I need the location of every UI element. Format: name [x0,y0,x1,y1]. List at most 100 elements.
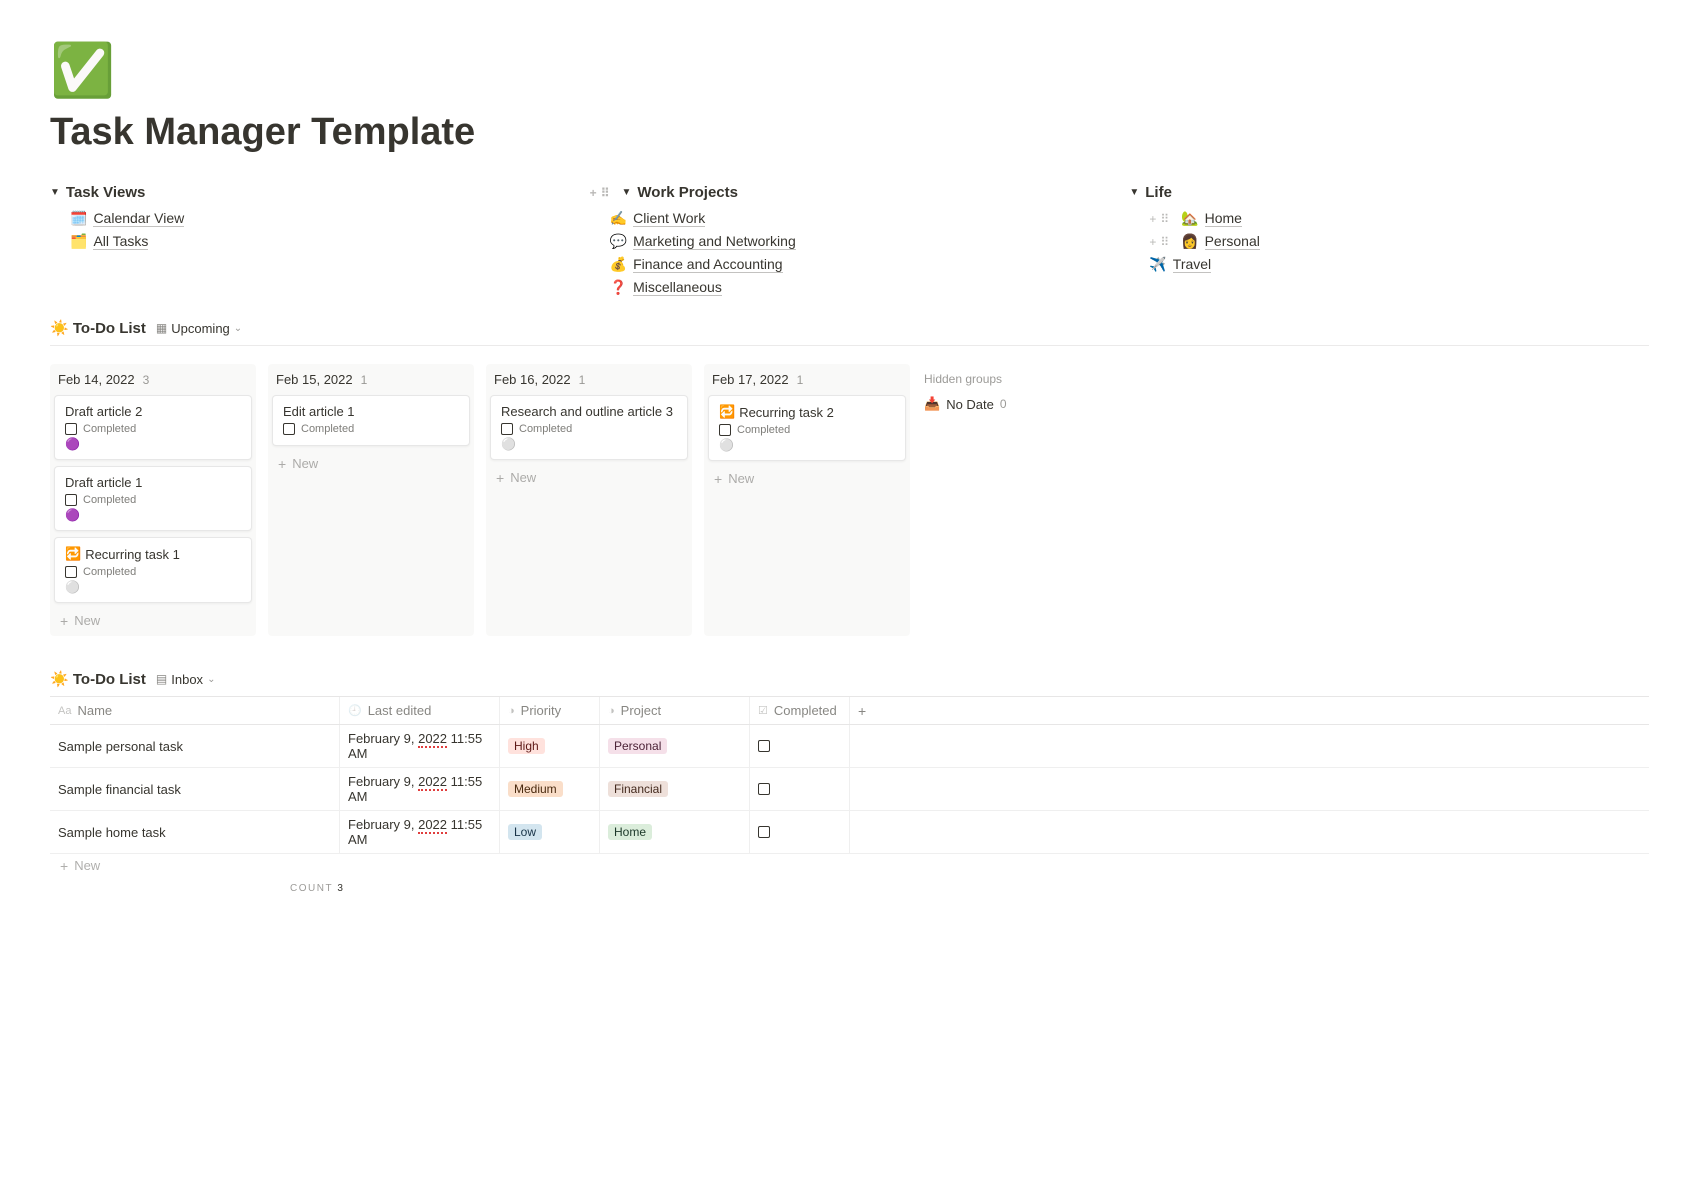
cell-priority[interactable]: Low [500,811,600,853]
link-label: Miscellaneous [633,279,722,296]
status-dot: ⚪ [501,437,677,451]
item-emoji: ✍️ [610,210,627,227]
cell-project[interactable]: Home [600,811,750,853]
board-card[interactable]: Research and outline article 3 Completed… [490,395,688,460]
plus-icon[interactable]: + [1149,235,1156,249]
board-column-header[interactable]: Feb 14, 20223 [50,368,256,395]
item-emoji: 💬 [610,233,627,250]
checkbox-icon: ☑ [758,704,768,717]
checkbox-icon[interactable] [758,826,770,838]
item-emoji: 🗂️ [70,233,87,250]
new-row-button[interactable]: +New [50,854,1649,877]
cell-name[interactable]: Sample personal task [50,725,340,767]
link-label: Travel [1173,256,1211,273]
board-column-header[interactable]: Feb 15, 20221 [268,368,474,395]
toggle-header[interactable]: ▼Life [1129,184,1649,201]
clock-icon: 🕘 [348,704,362,717]
board-card[interactable]: Draft article 2 Completed 🟣 [54,395,252,460]
new-card-button[interactable]: +New [50,609,256,632]
checkbox-icon[interactable] [501,423,513,435]
checkbox-icon[interactable] [65,494,77,506]
page-title: Task Manager Template [50,111,1649,154]
page-icon[interactable]: ✅ [50,40,1649,101]
toggle-header[interactable]: + ⠿▼Work Projects [590,184,1110,201]
new-card-button[interactable]: +New [704,467,910,490]
toggle-header[interactable]: ▼Task Views [50,184,570,201]
th-lastedited[interactable]: 🕘Last edited [340,697,500,724]
cell-completed[interactable] [750,811,850,853]
text-icon: Aa [58,705,71,717]
table-header-row: AaName 🕘Last edited ◑Priority ◑Project ☑… [50,697,1649,725]
checkbox-icon[interactable] [758,740,770,752]
board-column-header[interactable]: Feb 16, 20221 [486,368,692,395]
column-count: 1 [361,373,368,387]
card-title: Draft article 1 [65,475,241,490]
link-label: Client Work [633,210,705,227]
link-label: Calendar View [93,210,184,227]
column-date: Feb 16, 2022 [494,372,571,387]
link-item[interactable]: + ⠿ 🏡 Home [1149,207,1649,230]
drag-handle-icon[interactable]: ⠿ [601,186,610,200]
link-item[interactable]: 🗂️All Tasks [70,230,570,253]
checkbox-icon[interactable] [719,424,731,436]
link-item[interactable]: 🗓️Calendar View [70,207,570,230]
board-card[interactable]: 🔁Recurring task 1 Completed ⚪ [54,537,252,603]
item-emoji: 🏡 [1181,210,1198,227]
checkbox-icon[interactable] [758,783,770,795]
th-completed[interactable]: ☑Completed [750,697,850,724]
checkbox-icon[interactable] [283,423,295,435]
checkbox-icon[interactable] [65,566,77,578]
card-completed-prop: Completed [65,494,241,506]
link-item[interactable]: 💬Marketing and Networking [610,230,1110,253]
cell-completed[interactable] [750,725,850,767]
cell-project[interactable]: Personal [600,725,750,767]
card-completed-prop: Completed [283,423,459,435]
checkbox-icon[interactable] [65,423,77,435]
toggle-title: Task Views [66,184,146,201]
status-dot: ⚪ [65,580,241,594]
plus-icon[interactable]: + [1149,212,1156,226]
item-emoji: ✈️ [1149,256,1166,273]
status-dot: 🟣 [65,508,241,522]
link-item[interactable]: ✈️ Travel [1149,253,1649,276]
cell-completed[interactable] [750,768,850,810]
hidden-group-item[interactable]: 📥No Date0 [922,394,1128,414]
board-card[interactable]: Edit article 1 Completed [272,395,470,446]
new-card-button[interactable]: +New [486,466,692,489]
link-item[interactable]: 💰Finance and Accounting [610,253,1110,276]
th-add[interactable]: + [850,697,890,724]
board-card[interactable]: 🔁Recurring task 2 Completed ⚪ [708,395,906,461]
hidden-groups-label: Hidden groups [922,368,1128,394]
board-column-header[interactable]: Feb 17, 20221 [704,368,910,395]
th-name[interactable]: AaName [50,697,340,724]
link-label: Home [1205,210,1242,227]
th-priority[interactable]: ◑Priority [500,697,600,724]
card-title: Draft article 2 [65,404,241,419]
table-row[interactable]: Sample financial task February 9, 2022 1… [50,768,1649,811]
cell-empty [850,811,890,853]
table-row[interactable]: Sample home task February 9, 2022 11:55 … [50,811,1649,854]
card-title: 🔁Recurring task 2 [719,404,895,420]
new-card-button[interactable]: +New [268,452,474,475]
cell-priority[interactable]: High [500,725,600,767]
table-row[interactable]: Sample personal task February 9, 2022 11… [50,725,1649,768]
cell-name[interactable]: Sample home task [50,811,340,853]
link-item[interactable]: ✍️ Client Work [610,207,1110,230]
link-item[interactable]: + ⠿👩Personal [1149,230,1649,253]
card-completed-prop: Completed [65,423,241,435]
item-emoji: ❓ [610,279,627,296]
cell-priority[interactable]: Medium [500,768,600,810]
cell-name[interactable]: Sample financial task [50,768,340,810]
th-project[interactable]: ◑Project [600,697,750,724]
drag-handle-icon[interactable]: ⠿ [1160,235,1169,249]
status-dot: 🟣 [65,437,241,451]
view-selector-inbox[interactable]: ▤ Inbox ⌄ [156,672,216,687]
board-card[interactable]: Draft article 1 Completed 🟣 [54,466,252,531]
plus-icon[interactable]: + [590,186,597,200]
cell-empty [850,725,890,767]
cell-project[interactable]: Financial [600,768,750,810]
view-selector-upcoming[interactable]: ▦ Upcoming ⌄ [156,321,242,336]
board-icon: ▦ [156,321,167,335]
link-item[interactable]: ❓ Miscellaneous [610,276,1110,299]
drag-handle-icon[interactable]: ⠿ [1160,212,1169,226]
